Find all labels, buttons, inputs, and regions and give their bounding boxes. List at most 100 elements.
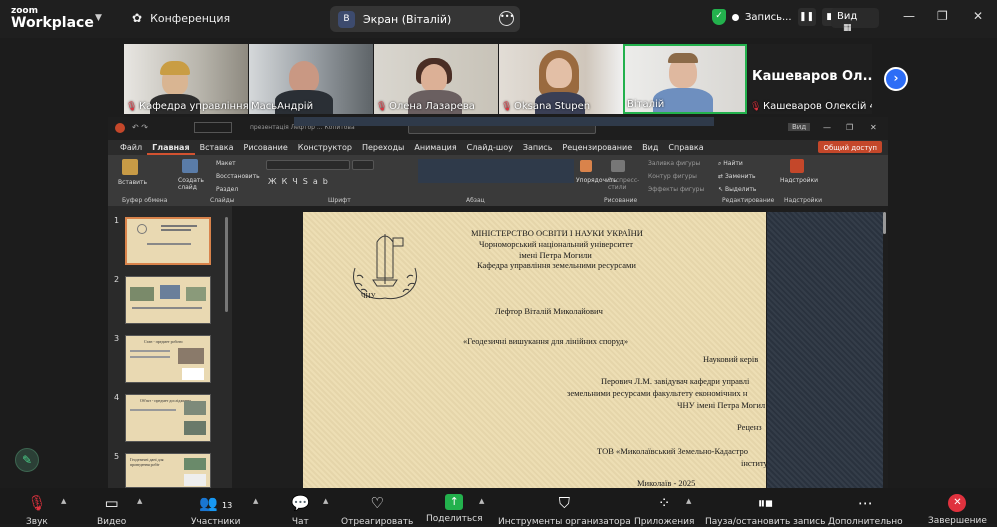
- menu-record[interactable]: Запись: [518, 140, 558, 155]
- paste-icon[interactable]: [122, 159, 138, 175]
- zoom-logo: zoom Workplace: [11, 6, 94, 30]
- slide-advisor-label: Науковий керів: [703, 354, 759, 364]
- menu-file[interactable]: Файл: [115, 140, 147, 155]
- slide-thumbnail-1[interactable]: [125, 217, 211, 265]
- menu-slideshow[interactable]: Слайд-шоу: [462, 140, 518, 155]
- participant-video-4[interactable]: 🎙 Oksana Stupen: [499, 44, 623, 114]
- menu-view[interactable]: Вид: [637, 140, 663, 155]
- chevron-up-icon[interactable]: ▲: [479, 497, 484, 505]
- addins-icon[interactable]: [790, 159, 804, 173]
- slide-thumbnail-4[interactable]: Об'єкт - предмет дослідження: [125, 394, 211, 442]
- minimize-icon[interactable]: —: [903, 9, 915, 23]
- chevron-up-icon[interactable]: ▲: [137, 497, 142, 505]
- slide-advisor-1: Перович Л.М. завідувач кафедри управлі: [601, 376, 750, 386]
- menu-help[interactable]: Справка: [663, 140, 708, 155]
- create-slide-label[interactable]: Создать слайд: [178, 177, 204, 191]
- menu-design[interactable]: Конструктор: [293, 140, 357, 155]
- pause-stop-record-button[interactable]: ⏸⏹ Пауза/остановить запись: [705, 493, 825, 527]
- paste-label[interactable]: Вставить: [118, 179, 147, 186]
- restore-window-icon[interactable]: ❐: [846, 123, 853, 132]
- menu-transitions[interactable]: Переходы: [357, 140, 409, 155]
- share-button[interactable]: ↑ Поделиться: [426, 493, 483, 524]
- find-button[interactable]: ⌕ Найти: [718, 160, 743, 168]
- quick-styles-icon[interactable]: [611, 160, 625, 172]
- replace-button[interactable]: ⇄ Заменить: [718, 173, 756, 180]
- conference-menu[interactable]: ✿ Конференция: [132, 11, 230, 25]
- mic-muted-icon: 🎙: [501, 101, 513, 112]
- font-size-field[interactable]: [194, 122, 232, 133]
- chevron-down-icon[interactable]: ▼: [95, 13, 102, 23]
- powerpoint-logo-icon: [115, 123, 125, 133]
- thumb-text-line: [147, 243, 191, 245]
- thumb-text-line: [130, 350, 170, 352]
- title-bar: zoom Workplace ▼ ✿ Конференция В Экран (…: [0, 0, 997, 38]
- share-access-button[interactable]: Общий доступ: [818, 141, 882, 153]
- menu-insert[interactable]: Вставка: [195, 140, 239, 155]
- react-button[interactable]: ♡ Отреагировать: [341, 493, 413, 527]
- next-page-button[interactable]: ›: [884, 67, 908, 91]
- restore-window-icon[interactable]: ❐: [937, 9, 948, 23]
- participant-name-tag: Віталій: [627, 99, 664, 110]
- section-label[interactable]: Раздел: [216, 186, 238, 193]
- slide-thumbnail-5[interactable]: Геодезичні дані для проведення робіт: [125, 453, 211, 488]
- minimize-icon[interactable]: —: [823, 123, 831, 132]
- group-slides: Слайды: [210, 197, 235, 204]
- chevron-right-icon: ›: [893, 71, 899, 85]
- pause-stop-icon: ⏸⏹: [757, 494, 773, 512]
- font-name-field[interactable]: [266, 160, 350, 170]
- chevron-up-icon[interactable]: ▲: [323, 497, 328, 505]
- annotate-pencil-button[interactable]: ✎: [15, 448, 39, 472]
- slide-thumbnail-2[interactable]: [125, 276, 211, 324]
- host-tools-button[interactable]: ⛉ Инструменты организатора: [498, 493, 631, 527]
- thumb-image: [130, 287, 154, 301]
- chevron-up-icon[interactable]: ▲: [61, 497, 66, 505]
- font-size-box[interactable]: [352, 160, 374, 170]
- participant-video-2[interactable]: МасьАндрій: [249, 44, 373, 114]
- menu-home[interactable]: Главная: [147, 140, 195, 155]
- participant-video-3[interactable]: 🎙 Олена Лазарева: [374, 44, 498, 114]
- search-icon: ⌕: [718, 160, 722, 167]
- slide-scrollbar[interactable]: [883, 212, 886, 234]
- audio-button[interactable]: 🎙 Звук: [26, 493, 48, 527]
- end-meeting-button[interactable]: ✕ Завершение: [928, 493, 987, 526]
- menu-review[interactable]: Рецензирование: [557, 140, 637, 155]
- menu-animation[interactable]: Анимация: [409, 140, 461, 155]
- arrange-icon[interactable]: [580, 160, 592, 172]
- more-options-icon[interactable]: •••: [499, 11, 514, 26]
- close-icon[interactable]: ✕: [870, 123, 877, 132]
- shape-fill-label[interactable]: Заливка фигуры: [648, 160, 700, 167]
- more-button[interactable]: ⋯ Дополнительно: [828, 493, 903, 527]
- recording-status: ✓ Запись... ❚❚ ■: [712, 8, 840, 26]
- end-label: Завершение: [928, 516, 987, 526]
- new-slide-icon[interactable]: [182, 159, 198, 173]
- participant-video-1[interactable]: 🎙Кафедра управління з...: [124, 44, 248, 114]
- restore-label[interactable]: Восстановить: [216, 173, 260, 180]
- shape-outline-label[interactable]: Контур фигуры: [648, 173, 697, 180]
- slide-canvas[interactable]: ЧНУ МІНІСТЕРСТВО ОСВІТИ І НАУКИ УКРАЇНИ …: [303, 212, 766, 488]
- thumbnail-scrollbar[interactable]: [225, 217, 228, 312]
- participant-video-5-active[interactable]: Віталій: [623, 44, 747, 114]
- shape-effects-label[interactable]: Эффекты фигуры: [648, 186, 704, 193]
- menu-draw[interactable]: Рисование: [239, 140, 293, 155]
- quick-styles-label[interactable]: Экспресс-стили: [608, 177, 639, 191]
- screen-share-tab[interactable]: В Экран (Віталій) •••: [330, 6, 520, 32]
- slide-thumbnail-3[interactable]: Стан - предмет роботи: [125, 335, 211, 383]
- chat-button[interactable]: 💬 Чат: [291, 493, 310, 527]
- view-mode-button[interactable]: Вид: [788, 123, 811, 131]
- addins-label[interactable]: Надстройки: [780, 177, 818, 184]
- more-icon: ⋯: [857, 494, 873, 512]
- font-format-buttons[interactable]: ЖКЧSab: [268, 177, 333, 186]
- select-button[interactable]: ↖ Выделить: [718, 186, 756, 193]
- thumb-number: 4: [114, 393, 120, 402]
- close-icon[interactable]: ✕: [973, 9, 983, 23]
- video-button[interactable]: ▭ Видео: [97, 493, 126, 527]
- participants-button[interactable]: 👥 13 Участники: [191, 493, 241, 527]
- participant-video-6[interactable]: Кашеваров Ол... 🎙Кашеваров Олексій 4...: [748, 44, 872, 114]
- pause-record-button[interactable]: ❚❚: [797, 8, 816, 26]
- chevron-up-icon[interactable]: ▲: [253, 497, 258, 505]
- grid-icon: ▦: [843, 23, 852, 33]
- layout-label[interactable]: Макет: [216, 160, 236, 167]
- undo-icon[interactable]: ↶ ↷: [132, 123, 148, 132]
- chevron-up-icon[interactable]: ▲: [686, 497, 691, 505]
- view-button[interactable]: Вид ▦: [831, 8, 879, 33]
